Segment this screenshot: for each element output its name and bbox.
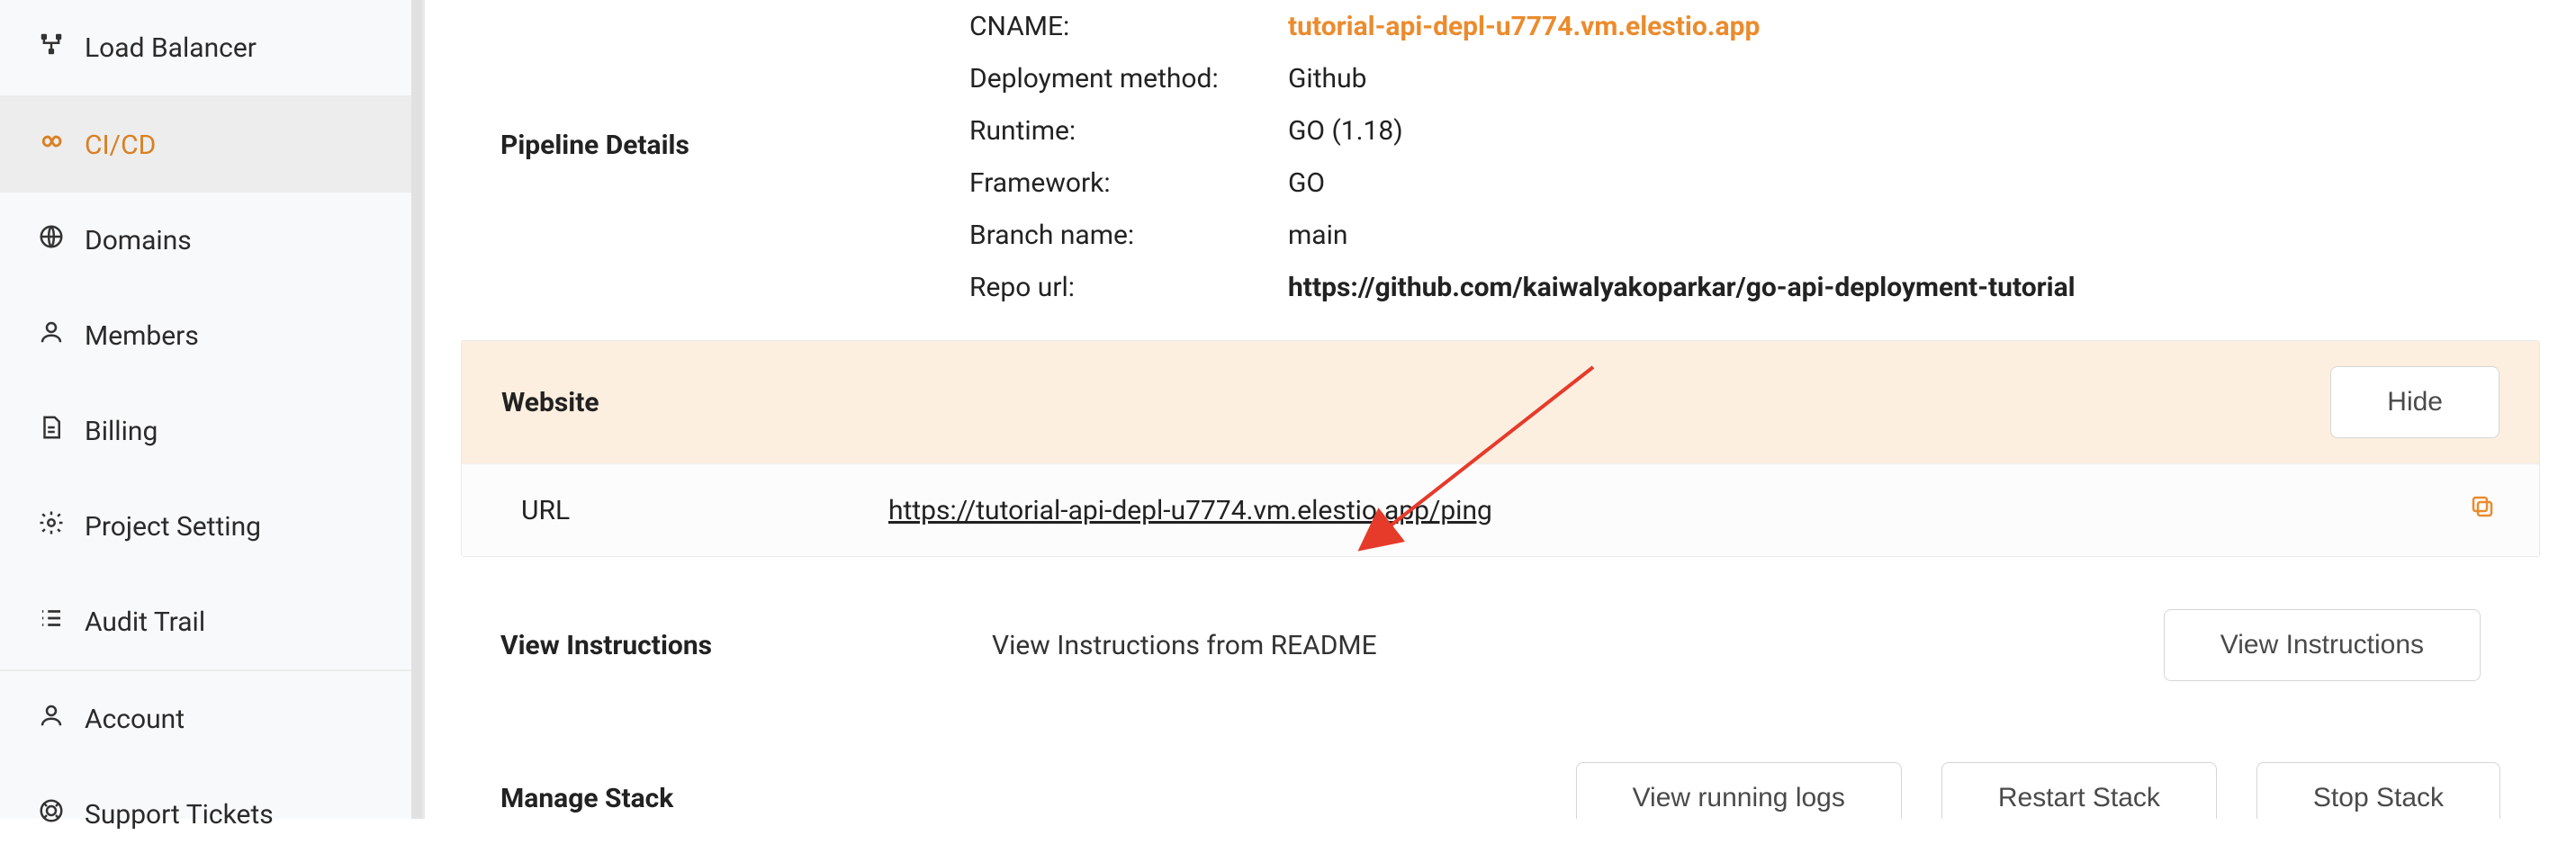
website-url-link[interactable]: https://tutorial-api-depl-u7774.vm.elest… xyxy=(888,495,2465,526)
infinity-icon xyxy=(38,128,65,162)
pipeline-row-deploy: Deployment method: Github xyxy=(969,52,2540,104)
pipeline-label: Runtime: xyxy=(969,115,1288,147)
view-running-logs-button[interactable]: View running logs xyxy=(1576,762,1902,819)
sidebar-item-members[interactable]: Members xyxy=(0,288,422,383)
pipeline-label: Branch name: xyxy=(969,220,1288,251)
view-instructions-button[interactable]: View Instructions xyxy=(2164,609,2481,681)
url-row: URL https://tutorial-api-depl-u7774.vm.e… xyxy=(462,463,2539,556)
pipeline-value: GO (1.18) xyxy=(1288,115,1403,147)
website-card: Website Hide URL https://tutorial-api-de… xyxy=(461,340,2540,557)
instructions-title: View Instructions xyxy=(500,630,992,661)
sidebar-item-project-setting[interactable]: Project Setting xyxy=(0,479,422,574)
user-icon xyxy=(38,319,65,353)
pipeline-label: CNAME: xyxy=(969,11,1288,42)
pipeline-details-section: Pipeline Details CNAME: tutorial-api-dep… xyxy=(461,0,2540,340)
sidebar-item-cicd[interactable]: CI/CD xyxy=(0,97,422,193)
pipeline-label: Deployment method: xyxy=(969,63,1288,94)
pipeline-row-framework: Framework: GO xyxy=(969,157,2540,209)
pipeline-value: Github xyxy=(1288,63,1366,94)
pipeline-value: GO xyxy=(1288,167,1325,199)
pipeline-value: main xyxy=(1288,220,1348,251)
file-icon xyxy=(38,414,65,448)
globe-icon xyxy=(38,223,65,257)
load-balancer-icon xyxy=(38,31,65,65)
pipeline-label: Repo url: xyxy=(969,272,1288,303)
gear-icon xyxy=(38,509,65,543)
sidebar-item-label: Audit Trail xyxy=(85,606,205,638)
hide-button[interactable]: Hide xyxy=(2330,366,2499,438)
pipeline-row-repo: Repo url: https://github.com/kaiwalyakop… xyxy=(969,261,2540,313)
copy-icon[interactable] xyxy=(2465,489,2499,531)
sidebar-item-billing[interactable]: Billing xyxy=(0,383,422,479)
pipeline-details-title: Pipeline Details xyxy=(461,0,969,161)
sidebar-item-label: Load Balancer xyxy=(85,32,257,64)
pipeline-row-branch: Branch name: main xyxy=(969,209,2540,261)
list-icon xyxy=(38,605,65,639)
sidebar-item-label: Domains xyxy=(85,225,192,256)
pipeline-row-cname: CNAME: tutorial-api-depl-u7774.vm.elesti… xyxy=(969,0,2540,52)
sidebar: Load Balancer CI/CD Domains Members xyxy=(0,0,425,819)
pipeline-row-runtime: Runtime: GO (1.18) xyxy=(969,104,2540,157)
url-label: URL xyxy=(501,495,888,526)
main-content: Pipeline Details CNAME: tutorial-api-dep… xyxy=(425,0,2576,819)
sidebar-item-label: CI/CD xyxy=(85,130,156,161)
pipeline-value-cname[interactable]: tutorial-api-depl-u7774.vm.elestio.app xyxy=(1288,11,1760,42)
pipeline-label: Framework: xyxy=(969,167,1288,199)
sidebar-item-label: Support Tickets xyxy=(85,799,274,831)
instructions-row: View Instructions View Instructions from… xyxy=(461,566,2540,699)
user-icon xyxy=(38,702,65,736)
sidebar-item-label: Account xyxy=(85,704,185,735)
website-title: Website xyxy=(501,387,599,418)
pipeline-details-table: CNAME: tutorial-api-depl-u7774.vm.elesti… xyxy=(969,0,2540,313)
website-card-header: Website Hide xyxy=(462,341,2539,463)
manage-stack-title: Manage Stack xyxy=(500,783,992,814)
sidebar-item-load-balancer[interactable]: Load Balancer xyxy=(0,0,422,95)
pipeline-value-repo[interactable]: https://github.com/kaiwalyakoparkar/go-a… xyxy=(1288,272,2076,303)
manage-stack-row: Manage Stack View running logs Restart S… xyxy=(461,699,2540,819)
sidebar-item-label: Members xyxy=(85,320,199,352)
sidebar-item-support-tickets[interactable]: Support Tickets xyxy=(0,767,422,862)
stop-stack-button[interactable]: Stop Stack xyxy=(2256,762,2500,819)
lifebuoy-icon xyxy=(38,797,65,831)
sidebar-item-label: Billing xyxy=(85,416,158,447)
restart-stack-button[interactable]: Restart Stack xyxy=(1941,762,2217,819)
sidebar-item-audit-trail[interactable]: Audit Trail xyxy=(0,574,422,669)
sidebar-item-label: Project Setting xyxy=(85,511,261,543)
sidebar-item-account[interactable]: Account xyxy=(0,671,422,767)
instructions-desc: View Instructions from README xyxy=(992,630,2164,661)
sidebar-item-domains[interactable]: Domains xyxy=(0,193,422,288)
